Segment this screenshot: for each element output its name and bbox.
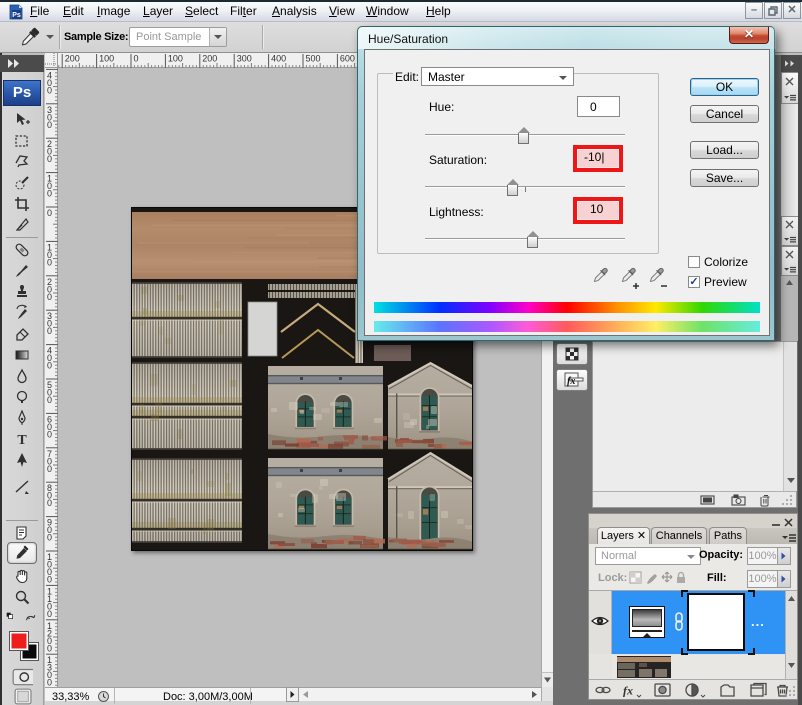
- svg-text:0: 0: [47, 533, 52, 543]
- svg-text:0: 0: [47, 208, 52, 218]
- svg-text:0: 0: [47, 120, 52, 130]
- svg-text:0: 0: [47, 678, 52, 687]
- svg-text:T: T: [17, 433, 27, 448]
- svg-text:100: 100: [99, 54, 114, 64]
- svg-text:300: 300: [237, 54, 252, 64]
- svg-text:100: 100: [168, 54, 183, 64]
- svg-text:0: 0: [47, 154, 52, 164]
- svg-text:0: 0: [47, 257, 52, 267]
- svg-text:0: 0: [47, 326, 52, 336]
- svg-text:0: 0: [134, 54, 139, 64]
- svg-text:200: 200: [65, 54, 80, 64]
- svg-text:0: 0: [47, 464, 52, 474]
- svg-text:0: 0: [47, 429, 52, 439]
- svg-text:0: 0: [47, 395, 52, 405]
- svg-text:400: 400: [271, 54, 286, 64]
- svg-text:0: 0: [47, 85, 52, 95]
- svg-text:0: 0: [47, 575, 52, 585]
- svg-text:0: 0: [47, 189, 52, 199]
- svg-text:0: 0: [47, 609, 52, 619]
- svg-text:600: 600: [340, 54, 355, 64]
- svg-text:0: 0: [47, 498, 52, 508]
- svg-text:fx: fx: [567, 376, 575, 387]
- svg-text:0: 0: [47, 643, 52, 653]
- svg-text:Ps: Ps: [12, 12, 21, 19]
- svg-text:0: 0: [47, 361, 52, 371]
- svg-text:fx: fx: [623, 684, 633, 698]
- svg-text:0: 0: [47, 292, 52, 302]
- svg-text:500: 500: [306, 54, 321, 64]
- svg-text:200: 200: [202, 54, 217, 64]
